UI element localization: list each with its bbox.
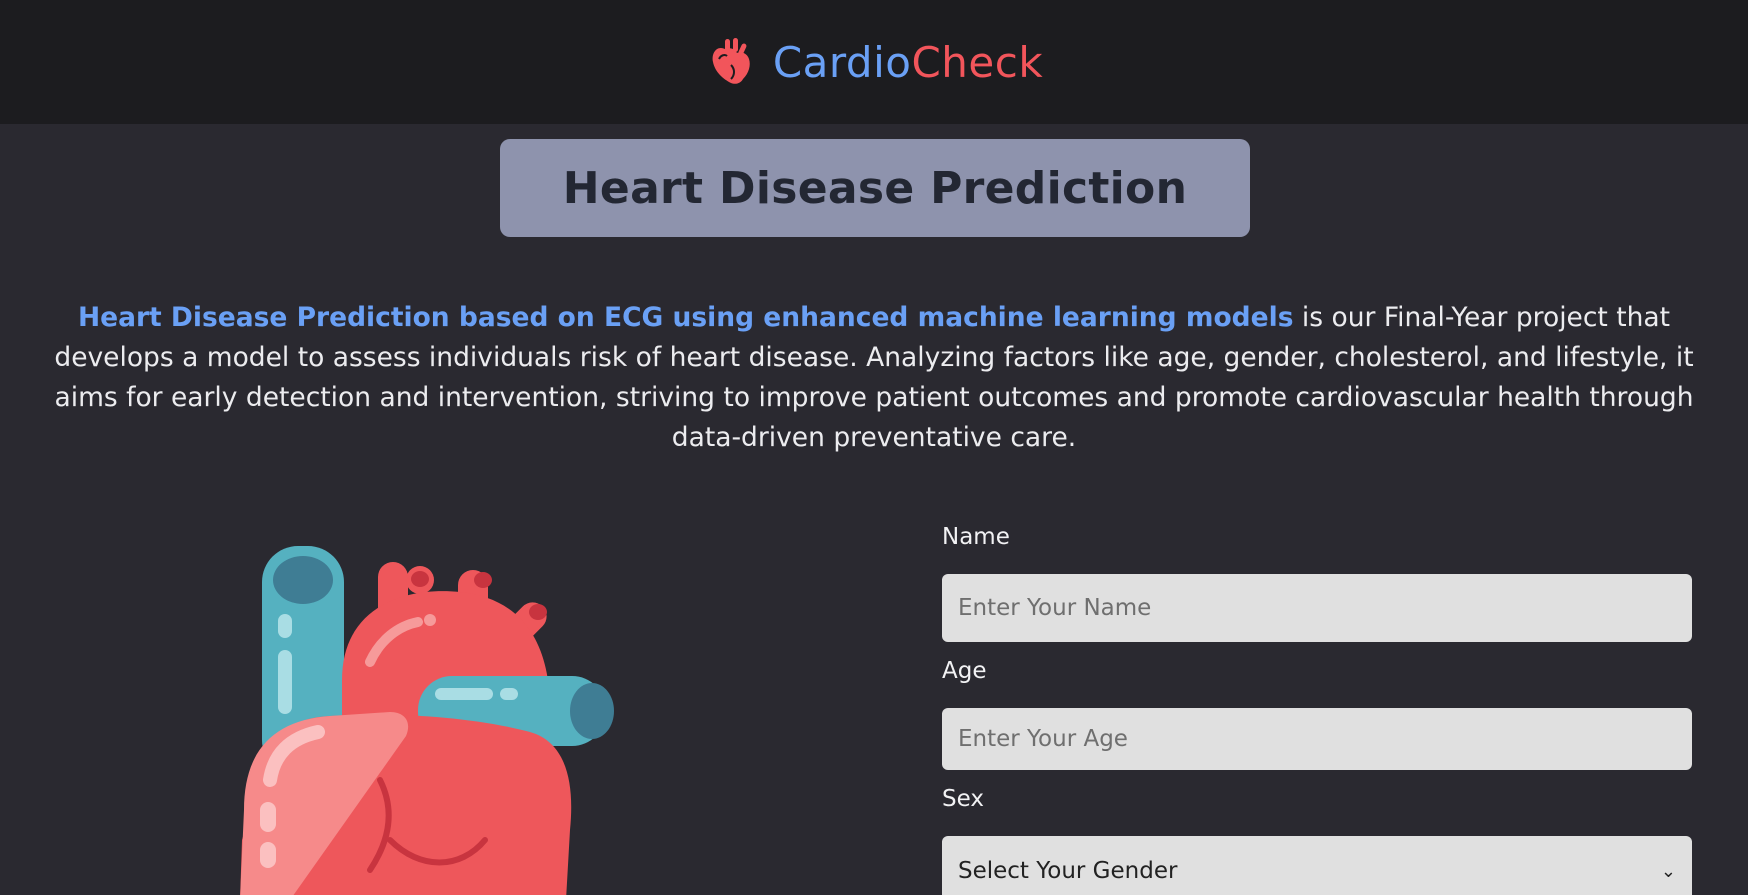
name-input[interactable] bbox=[942, 574, 1692, 642]
heart-organ-icon bbox=[712, 38, 750, 84]
heart-illustration bbox=[240, 546, 614, 895]
top-header: CardioCheck bbox=[0, 0, 1748, 124]
sex-select-value: Select Your Gender bbox=[958, 858, 1178, 884]
page-title-banner: Heart Disease Prediction bbox=[500, 139, 1250, 237]
chevron-down-icon: ⌄ bbox=[1660, 860, 1676, 882]
brand-name-part2: Check bbox=[911, 37, 1044, 87]
intro-highlight: Heart Disease Prediction based on ECG us… bbox=[77, 302, 1294, 333]
age-label: Age bbox=[942, 658, 987, 684]
page-title: Heart Disease Prediction bbox=[562, 162, 1188, 214]
sex-select[interactable]: Select Your Gender ⌄ bbox=[942, 836, 1692, 895]
name-label: Name bbox=[942, 524, 1010, 550]
sex-label: Sex bbox=[942, 786, 984, 812]
brand-name-part1: Cardio bbox=[772, 37, 912, 87]
age-input[interactable] bbox=[942, 708, 1692, 770]
brand-logo[interactable]: CardioCheck bbox=[705, 35, 1043, 89]
intro-paragraph: Heart Disease Prediction based on ECG us… bbox=[50, 298, 1698, 458]
